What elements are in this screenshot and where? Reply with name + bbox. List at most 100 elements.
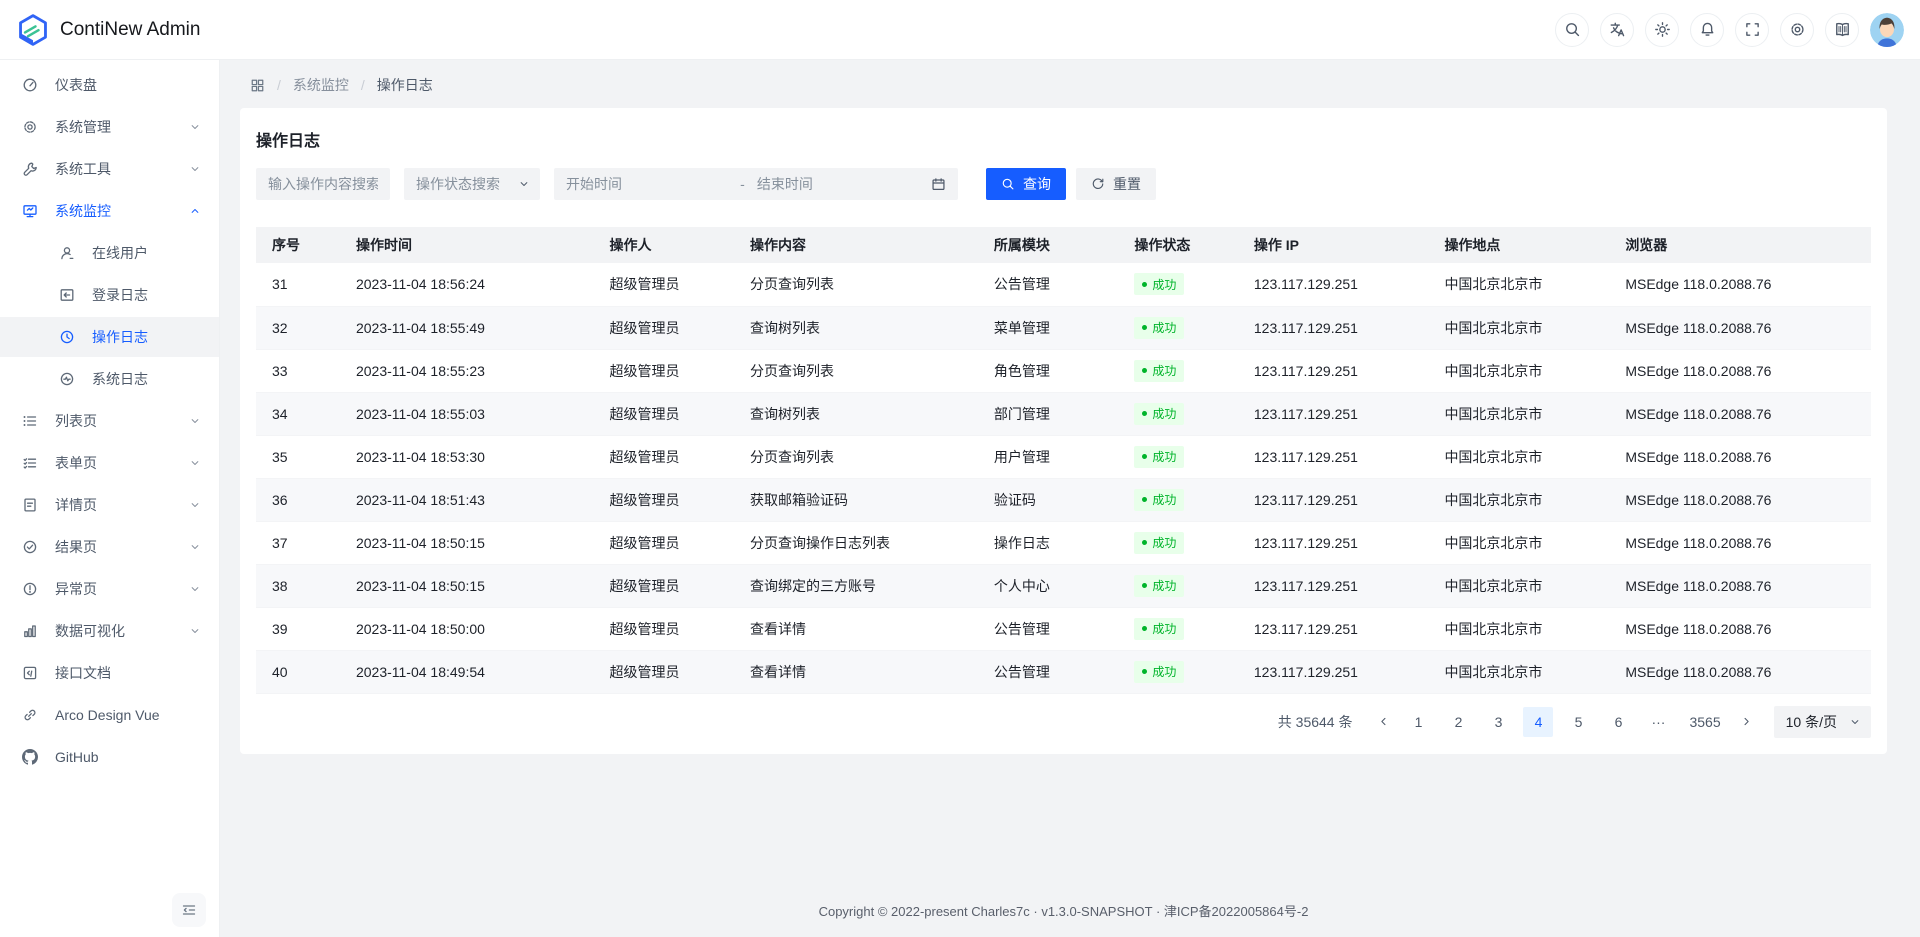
app-title: ContiNew Admin (60, 19, 200, 41)
sidebar-item-label: 结果页 (55, 537, 172, 557)
breadcrumb-section[interactable]: 系统监控 (293, 75, 349, 95)
wrench-icon (22, 161, 38, 177)
translate-button[interactable] (1600, 13, 1634, 47)
status-select-placeholder: 操作状态搜索 (416, 174, 518, 194)
sidebar-item-label: GitHub (55, 749, 201, 765)
gear-icon (1789, 21, 1806, 38)
chevron-down-icon (189, 625, 201, 637)
table-row: 402023-11-04 18:49:54超级管理员查看详情公告管理成功123.… (256, 650, 1871, 693)
book-icon (1834, 21, 1851, 38)
status-dot-icon (1142, 368, 1147, 373)
sidebar-item-exception-pages[interactable]: 异常页 (0, 569, 219, 609)
search-button[interactable]: 查询 (986, 168, 1066, 200)
warning-circle-icon (22, 581, 38, 597)
sidebar-item-system-log[interactable]: 系统日志 (0, 359, 219, 399)
collapse-sidebar-button[interactable] (172, 893, 206, 927)
refresh-icon (1091, 177, 1105, 191)
topbar-actions (1555, 13, 1904, 47)
sidebar-item-system-monitor[interactable]: 系统监控 (0, 191, 219, 231)
pagination-page-4[interactable]: 4 (1523, 707, 1553, 737)
sidebar-item-detail-pages[interactable]: 详情页 (0, 485, 219, 525)
chevron-down-icon (189, 541, 201, 553)
footer-copyright: Copyright © 2022-present Charles7c · v1.… (240, 887, 1887, 937)
sun-icon (1654, 21, 1671, 38)
content-search-input[interactable] (256, 168, 390, 200)
sidebar-item-result-pages[interactable]: 结果页 (0, 527, 219, 567)
pagination-page-3[interactable]: 3 (1483, 707, 1513, 737)
sidebar-item-label: 系统日志 (92, 369, 201, 389)
table-row: 312023-11-04 18:56:24超级管理员分页查询列表公告管理成功12… (256, 263, 1871, 306)
status-badge: 成功 (1134, 661, 1184, 683)
table-row: 322023-11-04 18:55:49超级管理员查询树列表菜单管理成功123… (256, 306, 1871, 349)
sidebar-item-data-visualization[interactable]: 数据可视化 (0, 611, 219, 651)
notifications-button[interactable] (1690, 13, 1724, 47)
brand[interactable]: ContiNew Admin (16, 13, 200, 47)
status-select[interactable]: 操作状态搜索 (404, 168, 540, 200)
sidebar-item-list-pages[interactable]: 列表页 (0, 401, 219, 441)
pagination-page-6[interactable]: 6 (1603, 707, 1633, 737)
sidebar-item-system-tools[interactable]: 系统工具 (0, 149, 219, 189)
column-header: 浏览器 (1609, 227, 1871, 263)
apps-icon[interactable] (250, 78, 265, 93)
docs-button[interactable] (1825, 13, 1859, 47)
sidebar-item-form-pages[interactable]: 表单页 (0, 443, 219, 483)
sidebar-item-dashboard[interactable]: 仪表盘 (0, 65, 219, 105)
sidebar-item-online-users[interactable]: 在线用户 (0, 233, 219, 273)
chevron-right-icon (1740, 715, 1753, 728)
sidebar-item-operation-log[interactable]: 操作日志 (0, 317, 219, 357)
fullscreen-button[interactable] (1735, 13, 1769, 47)
pagination-next-button[interactable] (1732, 707, 1762, 737)
sidebar-item-login-log[interactable]: 登录日志 (0, 275, 219, 315)
status-dot-icon (1142, 583, 1147, 588)
table-body: 312023-11-04 18:56:24超级管理员分页查询列表公告管理成功12… (256, 263, 1871, 693)
status-dot-icon (1142, 282, 1147, 287)
pagination-prev-button[interactable] (1368, 707, 1398, 737)
column-header: 操作时间 (340, 227, 594, 263)
pagination-page-1[interactable]: 1 (1403, 707, 1433, 737)
gear-icon (22, 119, 38, 135)
status-badge: 成功 (1134, 489, 1184, 511)
end-date-field[interactable]: 结束时间 (757, 174, 931, 194)
sidebar-item-label: 接口文档 (55, 663, 201, 683)
pagination-page-2[interactable]: 2 (1443, 707, 1473, 737)
settings-button[interactable] (1780, 13, 1814, 47)
chevron-down-icon (189, 415, 201, 427)
user-avatar[interactable] (1870, 13, 1904, 47)
status-badge: 成功 (1134, 403, 1184, 425)
table-row: 392023-11-04 18:50:00超级管理员查看详情公告管理成功123.… (256, 607, 1871, 650)
status-badge: 成功 (1134, 446, 1184, 468)
pagination-page-5[interactable]: 5 (1563, 707, 1593, 737)
status-badge: 成功 (1134, 273, 1184, 295)
pagination-page-3565[interactable]: 3565 (1683, 707, 1726, 737)
table-row: 382023-11-04 18:50:15超级管理员查询绑定的三方账号个人中心成… (256, 564, 1871, 607)
search-button[interactable] (1555, 13, 1589, 47)
sidebar-item-label: 系统管理 (55, 117, 172, 137)
status-dot-icon (1142, 325, 1147, 330)
bar-chart-icon (22, 623, 38, 639)
pagination-ellipsis[interactable]: ··· (1643, 714, 1673, 730)
sidebar-item-arco-design-vue[interactable]: Arco Design Vue (0, 695, 219, 735)
bell-icon (1699, 21, 1716, 38)
list-icon (22, 413, 38, 429)
breadcrumb: / 系统监控 / 操作日志 (240, 60, 1887, 108)
theme-button[interactable] (1645, 13, 1679, 47)
column-header: 操作地点 (1428, 227, 1609, 263)
sidebar-item-label: 系统监控 (55, 201, 172, 221)
date-range-picker[interactable]: 开始时间 - 结束时间 (554, 168, 958, 200)
sidebar-item-github[interactable]: GitHub (0, 737, 219, 777)
sidebar-item-label: 在线用户 (92, 243, 201, 263)
sidebar-item-api-docs[interactable]: 接口文档 (0, 653, 219, 693)
column-header: 操作 IP (1238, 227, 1429, 263)
status-badge: 成功 (1134, 618, 1184, 640)
table-row: 342023-11-04 18:55:03超级管理员查询树列表部门管理成功123… (256, 392, 1871, 435)
reset-button[interactable]: 重置 (1076, 168, 1156, 200)
status-badge: 成功 (1134, 575, 1184, 597)
chevron-down-icon (189, 457, 201, 469)
file-text-icon (22, 497, 38, 513)
start-date-field[interactable]: 开始时间 (566, 174, 740, 194)
page-size-select[interactable]: 10 条/页 (1774, 706, 1871, 738)
checklist-icon (22, 455, 38, 471)
calendar-icon (931, 177, 946, 192)
chevron-up-icon (189, 205, 201, 217)
sidebar-item-system-management[interactable]: 系统管理 (0, 107, 219, 147)
